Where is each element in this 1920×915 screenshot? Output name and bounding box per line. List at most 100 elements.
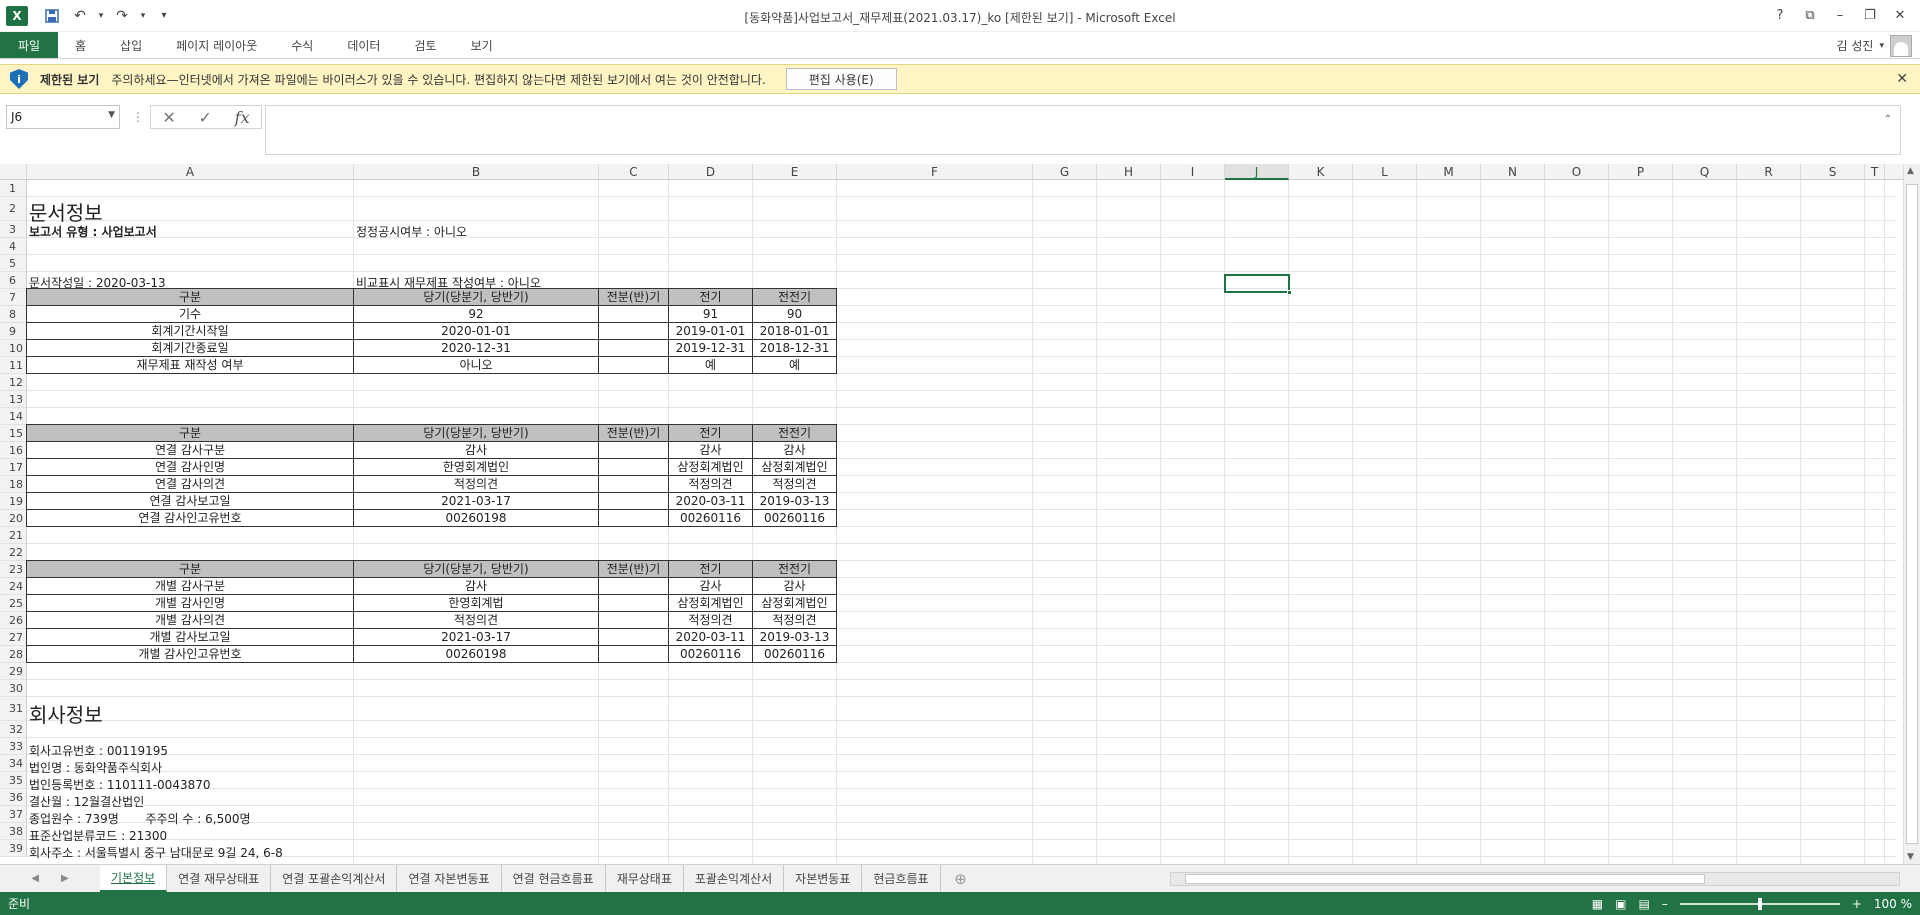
tab-data[interactable]: 데이터 [330,32,397,58]
row-header[interactable]: 23 [0,561,27,578]
row-header[interactable]: 21 [0,527,27,544]
tab-file[interactable]: 파일 [0,32,58,58]
table-cell[interactable]: 2018-01-01 [752,322,837,340]
table-cell[interactable] [598,628,669,646]
close-icon[interactable]: ✕ [1886,4,1914,26]
table-cell[interactable] [598,611,669,629]
normal-view-icon[interactable]: ▦ [1592,897,1603,911]
scroll-thumb[interactable] [1906,184,1918,844]
cancel-icon[interactable]: ✕ [162,108,175,127]
table-cell[interactable]: 91 [668,305,753,323]
tab-view[interactable]: 보기 [454,32,510,58]
add-sheet-icon[interactable]: ⊕ [941,865,981,892]
table-cell[interactable]: 감사 [668,577,753,595]
row-header[interactable]: 7 [0,289,27,306]
table-cell[interactable]: 감사 [668,441,753,459]
table-cell[interactable]: 2020-03-11 [668,628,753,646]
user-account[interactable]: 김 성진 ▾ [1837,32,1912,59]
column-header-b[interactable]: B [354,164,599,180]
column-header-o[interactable]: O [1545,164,1609,180]
table-cell[interactable]: 아니오 [353,356,599,374]
table-cell[interactable] [598,577,669,595]
scroll-down-icon[interactable]: ▼ [1907,852,1914,862]
table-cell[interactable]: 2020-03-11 [668,492,753,510]
table-cell[interactable]: 연결 감사보고일 [26,492,354,510]
undo-dropdown-icon[interactable]: ▾ [96,4,106,28]
row-header[interactable]: 16 [0,442,27,459]
row-header[interactable]: 1 [0,180,27,197]
row-header[interactable]: 31 [0,697,27,721]
horizontal-scrollbar[interactable] [1170,872,1900,886]
column-header-s[interactable]: S [1801,164,1865,180]
column-header-t[interactable]: T [1865,164,1885,180]
table-header-cell[interactable]: 전분(반)기 [598,560,669,578]
table-cell[interactable]: 2021-03-17 [353,628,599,646]
column-header-e[interactable]: E [753,164,837,180]
row-header[interactable]: 5 [0,255,27,272]
sheet-tab[interactable]: 연결 재무상태표 [167,865,272,892]
formula-bar-grip-icon[interactable]: ⋮ [132,110,144,124]
table-cell[interactable]: 적정의견 [668,475,753,493]
ribbon-display-icon[interactable]: ⧉ [1796,4,1824,26]
table-cell[interactable]: 감사 [353,441,599,459]
table-cell[interactable]: 92 [353,305,599,323]
save-icon[interactable] [40,4,64,28]
column-header-h[interactable]: H [1097,164,1161,180]
redo-icon[interactable]: ↷ [110,4,134,28]
table-cell[interactable]: 90 [752,305,837,323]
table-header-cell[interactable]: 전기 [668,288,753,306]
company-line[interactable]: 회사주소 : 서울특별시 중구 남대문로 9길 24, 6-8 [29,845,283,862]
table-cell[interactable]: 개별 감사보고일 [26,628,354,646]
table-cell[interactable]: 00260116 [668,645,753,663]
minimize-icon[interactable]: – [1826,4,1854,26]
close-icon[interactable]: ✕ [1896,71,1908,87]
company-info-title[interactable]: 회사정보 [29,703,103,727]
row-header[interactable]: 3 [0,221,27,238]
row-header[interactable]: 11 [0,357,27,374]
company-line[interactable]: 종업원수 : 739명 주주의 수 : 6,500명 [29,811,251,828]
page-layout-view-icon[interactable]: ▣ [1615,897,1626,911]
table-cell[interactable] [598,458,669,476]
table-header-cell[interactable]: 구분 [26,560,354,578]
row-header[interactable]: 10 [0,340,27,357]
enable-editing-button[interactable]: 편집 사용(E) [785,68,897,90]
prev-sheet-icon[interactable]: ◀ [31,873,39,884]
select-all-corner[interactable] [0,164,27,180]
table-cell[interactable]: 감사 [752,577,837,595]
redo-dropdown-icon[interactable]: ▾ [138,4,148,28]
table-cell[interactable]: 예 [752,356,837,374]
table-cell[interactable]: 2020-01-01 [353,322,599,340]
row-header[interactable]: 39 [0,840,27,857]
column-header-d[interactable]: D [669,164,753,180]
table-header-cell[interactable]: 당기(당분기, 당반기) [353,560,599,578]
column-header-q[interactable]: Q [1673,164,1737,180]
tab-page-layout[interactable]: 페이지 레이아웃 [159,32,274,58]
column-header-n[interactable]: N [1481,164,1545,180]
selected-cell-j6[interactable] [1224,274,1292,295]
table-cell[interactable]: 재무제표 재작성 여부 [26,356,354,374]
row-header[interactable]: 33 [0,738,27,755]
row-header[interactable]: 8 [0,306,27,323]
table-cell[interactable]: 2018-12-31 [752,339,837,357]
row-header[interactable]: 27 [0,629,27,646]
table-cell[interactable]: 00260116 [752,509,837,527]
row-header[interactable]: 4 [0,238,27,255]
zoom-out-icon[interactable]: – [1662,897,1668,911]
row-header[interactable]: 20 [0,510,27,527]
table-cell[interactable]: 개별 감사구분 [26,577,354,595]
scroll-thumb[interactable] [1185,874,1705,884]
table-header-cell[interactable]: 전전기 [752,424,837,442]
company-line[interactable]: 법인명 : 동화약품주식회사 [29,760,162,777]
row-header[interactable]: 30 [0,680,27,697]
zoom-slider[interactable] [1679,897,1840,910]
restore-icon[interactable]: ❐ [1856,4,1884,26]
table-cell[interactable]: 적정의견 [668,611,753,629]
row-header[interactable]: 19 [0,493,27,510]
table-cell[interactable]: 회계기간종료일 [26,339,354,357]
tab-review[interactable]: 검토 [397,32,453,58]
column-header-i[interactable]: I [1161,164,1225,180]
sheet-tab[interactable]: 연결 현금흐름표 [502,865,606,892]
row-header[interactable]: 37 [0,806,27,823]
table-cell[interactable]: 예 [668,356,753,374]
table-cell[interactable]: 삼정회계법인 [752,458,837,476]
